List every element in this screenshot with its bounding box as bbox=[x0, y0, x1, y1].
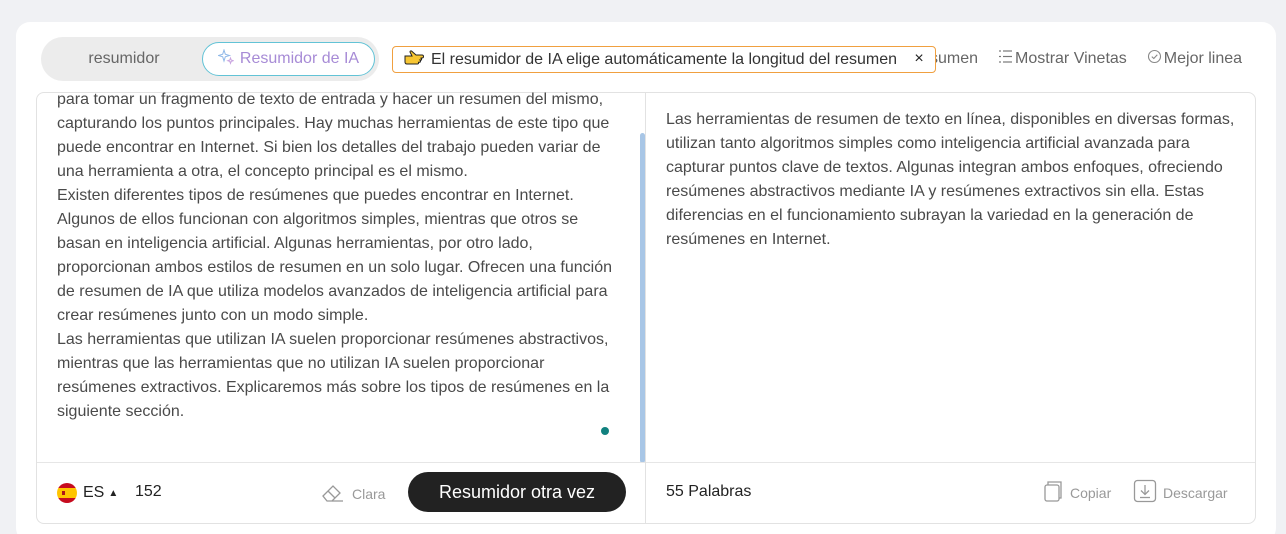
eraser-icon bbox=[320, 479, 346, 508]
download-icon bbox=[1133, 479, 1157, 506]
summary-output: Las herramientas de resumen de texto en … bbox=[666, 111, 1235, 248]
output-word-count: 55 Palabras bbox=[666, 483, 751, 501]
tooltip-text: El resumidor de IA elige automáticamente… bbox=[431, 50, 898, 68]
copy-icon bbox=[1040, 479, 1064, 506]
copy-button[interactable]: Copiar bbox=[1040, 479, 1111, 506]
download-label: Descargar bbox=[1163, 484, 1228, 501]
output-word-count-number: 55 bbox=[666, 483, 684, 500]
bullets-option-label: Mostrar Vinetas bbox=[1015, 50, 1127, 67]
pointing-hand-icon bbox=[403, 48, 431, 71]
spain-flag-icon bbox=[57, 483, 77, 503]
status-dot bbox=[601, 427, 609, 435]
input-panel: para tomar un fragmento de texto de entr… bbox=[36, 91, 646, 524]
summary-option[interactable]: sumen bbox=[930, 50, 978, 68]
output-toolbar: sumen Mostrar Vinetas Mejor linea bbox=[930, 49, 1242, 69]
list-icon bbox=[998, 49, 1013, 69]
output-footer: 55 Palabras Copiar Descargar bbox=[646, 462, 1255, 523]
sparkle-icon bbox=[216, 47, 235, 70]
language-selector[interactable]: ES ▲ bbox=[57, 483, 118, 503]
input-word-count: 152 bbox=[135, 483, 162, 500]
bullets-option[interactable]: Mostrar Vinetas bbox=[998, 49, 1127, 69]
input-footer: ES ▲ 152 Clara Resumidor otra vez bbox=[37, 462, 646, 523]
clear-button[interactable]: Clara bbox=[320, 479, 385, 508]
copy-label: Copiar bbox=[1070, 484, 1112, 501]
check-circle-icon bbox=[1147, 49, 1162, 69]
mode-basic-label: resumidor bbox=[88, 50, 160, 67]
ai-length-tooltip: El resumidor de IA elige automáticamente… bbox=[392, 46, 936, 73]
tooltip-close-icon[interactable]: × bbox=[911, 51, 927, 67]
clear-label: Clara bbox=[352, 485, 386, 502]
caret-up-icon: ▲ bbox=[108, 487, 119, 499]
mode-ai-button[interactable]: Resumidor de IA bbox=[202, 42, 375, 76]
output-panel: Las herramientas de resumen de texto en … bbox=[645, 92, 1256, 524]
output-word-count-label: Palabras bbox=[688, 483, 752, 500]
input-paragraph: Existen diferentes tipos de resúmenes qu… bbox=[57, 187, 613, 324]
best-line-option-label: Mejor linea bbox=[1163, 50, 1243, 67]
input-textarea[interactable]: para tomar un fragmento de texto de entr… bbox=[57, 88, 617, 458]
best-line-option[interactable]: Mejor linea bbox=[1147, 49, 1242, 69]
summarize-again-button[interactable]: Resumidor otra vez bbox=[408, 472, 626, 512]
summary-option-label: sumen bbox=[930, 50, 979, 67]
language-code: ES bbox=[83, 484, 105, 501]
download-button[interactable]: Descargar bbox=[1133, 479, 1228, 506]
input-paragraph: para tomar un fragmento de texto de entr… bbox=[57, 91, 610, 180]
mode-basic-button[interactable]: resumidor bbox=[41, 41, 207, 77]
input-paragraph: Las herramientas que utilizan IA suelen … bbox=[57, 331, 610, 420]
mode-ai-label: Resumidor de IA bbox=[239, 50, 360, 67]
